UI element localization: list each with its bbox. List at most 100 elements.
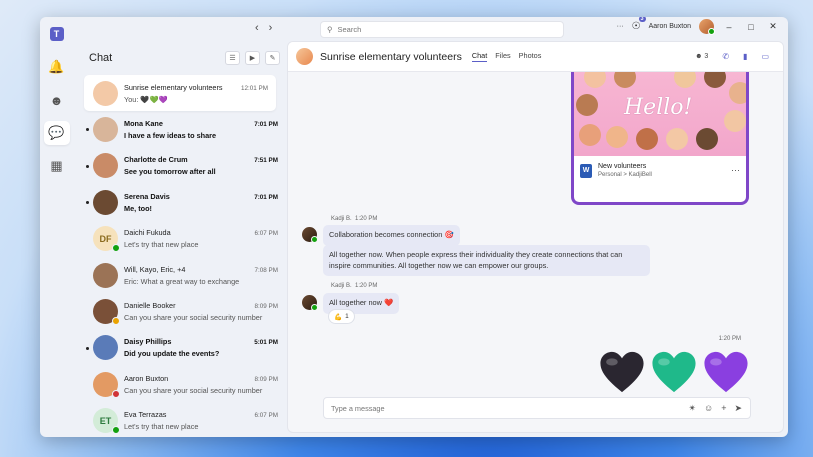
chat-preview: You: 🖤💚💜 — [124, 94, 168, 104]
file-name: New volunteers — [598, 163, 647, 170]
chat-list-item[interactable]: Charlotte de Crum 7:51 PM See you tomorrow… — [73, 148, 286, 184]
conversation-pane: Sunrise elementary volunteers Chat Files… — [287, 41, 784, 433]
chat-preview: I have a few ideas to share — [124, 131, 217, 141]
message-bubble[interactable]: All together now. When people express th… — [323, 245, 650, 277]
chat-list-item[interactable]: Sunrise elementary volunteers 12:01 PM You… — [84, 75, 276, 112]
shared-image-card[interactable]: Hello! W New volunteers Personal > Kadji… — [571, 72, 749, 205]
minimize-icon[interactable]: – — [722, 22, 736, 32]
audio-call-icon[interactable]: ✆ — [722, 52, 729, 61]
chat-list-item[interactable]: Aaron Buxton 8:09 PM Can you share your so… — [73, 366, 286, 402]
message-time: 1:20 PM — [355, 216, 378, 222]
more-options-icon[interactable]: ··· — [617, 23, 624, 30]
file-meta: Personal > KadjiBell — [598, 172, 652, 178]
video-call-icon[interactable]: ▶ — [245, 51, 260, 65]
chat-time: 8:09 PM — [254, 375, 278, 383]
chat-time: 6:07 PM — [254, 412, 278, 420]
tab-chat[interactable]: Chat — [471, 51, 488, 62]
unread-dot — [86, 164, 89, 168]
presence-status-icon — [112, 426, 120, 435]
presence-status-icon — [112, 317, 120, 326]
chat-list-item[interactable]: DF Daichi Fukuda 6:07 PM Let's try that new… — [73, 221, 286, 257]
heart-emoji — [703, 350, 749, 394]
search-icon: ⚲ — [327, 25, 333, 34]
chat-list-item[interactable]: Will, Kayo, Eric, +4 7:08 PM Eric: What a … — [73, 257, 286, 293]
heart-emojis-message[interactable] — [599, 350, 749, 394]
heart-emoji — [599, 350, 645, 394]
app-rail: T 🔔 ☻ 💬 ▦ — [40, 17, 73, 437]
forward-arrow-icon[interactable]: › — [269, 22, 273, 34]
avatar — [93, 189, 118, 215]
group-avatar — [296, 48, 313, 65]
new-chat-icon[interactable]: ✎ — [265, 51, 280, 65]
chat-list-pane: Chat ☰ ▶ ✎ Sunrise elementary volunteers… — [73, 41, 286, 437]
chat-time: 5:01 PM — [254, 339, 278, 347]
teams-logo: T — [44, 22, 70, 46]
chat-time: 8:09 PM — [254, 303, 278, 311]
chat-name: Daichi Fukuda — [124, 228, 171, 238]
video-call-header-icon[interactable]: ▮ — [743, 52, 747, 61]
file-attachment[interactable]: W New volunteers Personal > KadjiBell ⋯ — [574, 156, 746, 185]
compose-placeholder: Type a message — [331, 403, 385, 413]
heart-emoji — [651, 350, 697, 394]
sender-name: Kadji B. — [331, 216, 352, 222]
sender-name: Kadji B. — [331, 283, 352, 289]
sender-avatar[interactable] — [302, 227, 318, 243]
chat-list-item[interactable]: Daisy Phillips 5:01 PM Did you update the … — [73, 330, 286, 366]
chat-list-item[interactable]: Mona Kane 7:01 PM I have a few ideas to sh… — [73, 111, 286, 147]
chat-time: 7:01 PM — [254, 193, 278, 201]
back-arrow-icon[interactable]: ‹ — [255, 22, 259, 34]
send-icon[interactable]: ➤ — [734, 403, 742, 414]
participants-button[interactable]: ☻ 3 — [695, 53, 708, 60]
chat-list-item[interactable]: Serena Davis 7:01 PM Me, too! — [73, 184, 286, 220]
share-screen-icon[interactable]: ▭ — [761, 52, 769, 61]
reaction-count: 1 — [345, 313, 349, 320]
message-header: Kadji B. 1:20 PM — [331, 283, 377, 289]
user-name: Aaron Buxton — [648, 23, 691, 30]
bell-icon[interactable]: 🔔 — [44, 55, 70, 79]
tab-files[interactable]: Files — [495, 51, 510, 62]
chat-time: 7:01 PM — [254, 121, 278, 129]
message-time: 1:20 PM — [355, 283, 378, 289]
reaction-pill[interactable]: 💪 1 — [328, 309, 355, 324]
file-more-icon[interactable]: ⋯ — [731, 165, 740, 176]
chat-name: Aaron Buxton — [124, 373, 169, 383]
format-icon[interactable]: ✴ — [688, 403, 696, 414]
avatar — [93, 371, 120, 398]
chat-time: 7:51 PM — [254, 157, 278, 165]
chat-list: Sunrise elementary volunteers 12:01 PM You… — [73, 75, 286, 437]
chat-time: 12:01 PM — [241, 84, 268, 92]
chat-name: Serena Davis — [124, 191, 170, 201]
chat-name: Mona Kane — [124, 119, 163, 129]
chat-preview: See you tomorrow after all — [124, 167, 216, 177]
avatar — [93, 299, 120, 326]
message-bubble[interactable]: Collaboration becomes connection 🎯 — [323, 225, 460, 246]
chat-list-item[interactable]: Danielle Booker 8:09 PM Can you share your… — [73, 293, 286, 329]
chat-preview: Let's try that new place — [124, 422, 199, 432]
user-avatar[interactable] — [699, 19, 715, 35]
tab-photos[interactable]: Photos — [519, 51, 542, 62]
avatar-initials: ET — [99, 415, 112, 426]
compose-box[interactable]: Type a message ✴ ☺ + ➤ — [323, 397, 751, 419]
maximize-icon[interactable]: □ — [744, 22, 758, 32]
hello-art-text: Hello! — [624, 95, 693, 120]
communities-icon[interactable]: ☻ — [44, 88, 70, 112]
message-header: Kadji B. 1:20 PM — [331, 216, 377, 222]
avatar — [93, 80, 118, 106]
calendar-icon[interactable]: ▦ — [44, 154, 70, 178]
chat-name: Charlotte de Crum — [124, 155, 188, 165]
add-icon[interactable]: + — [721, 403, 726, 414]
presence-status-icon — [112, 389, 120, 398]
chat-preview: Me, too! — [124, 203, 152, 213]
chat-preview: Can you share your social security numbe… — [124, 313, 263, 323]
close-icon[interactable]: ✕ — [766, 21, 780, 32]
chat-icon[interactable]: 💬 — [43, 121, 70, 145]
chat-list-item[interactable]: ET Eva Terrazas 6:07 PM Let's try that new … — [73, 403, 286, 437]
chat-preview: Eric: What a great way to exchange — [124, 276, 240, 286]
filter-icon[interactable]: ☰ — [225, 51, 240, 65]
notifications-button[interactable]: ☉ 3 — [632, 17, 646, 32]
chat-name: Eva Terrazas — [124, 410, 167, 420]
emoji-icon[interactable]: ☺ — [704, 403, 713, 414]
sender-avatar[interactable] — [302, 295, 318, 311]
search-input[interactable]: ⚲ Search — [320, 21, 564, 38]
chat-list-title: Chat — [89, 52, 113, 64]
